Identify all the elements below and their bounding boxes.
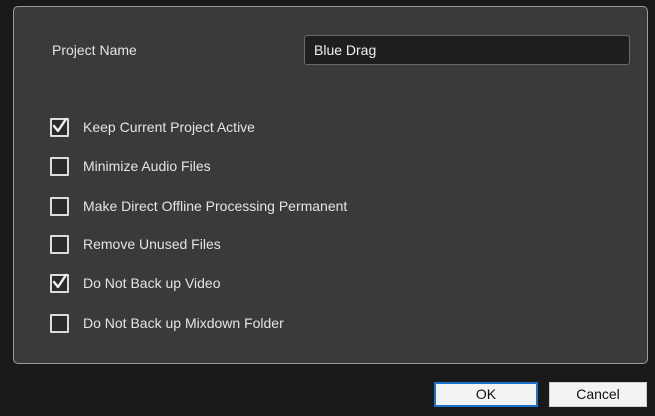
- option-do-not-back-up-video[interactable]: Do Not Back up Video: [50, 273, 221, 293]
- options-panel: Project Name Keep Current Project Active…: [13, 6, 648, 364]
- project-name-label: Project Name: [52, 42, 137, 58]
- option-label: Make Direct Offline Processing Permanent: [83, 198, 348, 214]
- option-make-direct-offline-processing-permanent[interactable]: Make Direct Offline Processing Permanent: [50, 196, 347, 216]
- option-keep-current-project-active[interactable]: Keep Current Project Active: [50, 117, 255, 137]
- option-label: Do Not Back up Mixdown Folder: [83, 315, 284, 331]
- option-label: Keep Current Project Active: [83, 119, 255, 135]
- checkmark-icon: [52, 117, 68, 132]
- cancel-button[interactable]: Cancel: [549, 382, 647, 407]
- option-remove-unused-files[interactable]: Remove Unused Files: [50, 234, 221, 254]
- option-do-not-back-up-mixdown-folder[interactable]: Do Not Back up Mixdown Folder: [50, 313, 284, 333]
- option-label: Minimize Audio Files: [83, 158, 211, 174]
- checkbox[interactable]: [50, 117, 69, 137]
- checkbox[interactable]: [50, 313, 69, 333]
- option-label: Do Not Back up Video: [83, 275, 221, 291]
- checkbox[interactable]: [50, 196, 69, 216]
- checkbox[interactable]: [50, 273, 69, 293]
- option-label: Remove Unused Files: [83, 236, 221, 252]
- checkbox[interactable]: [50, 234, 69, 254]
- checkbox[interactable]: [50, 156, 69, 176]
- option-minimize-audio-files[interactable]: Minimize Audio Files: [50, 156, 211, 176]
- ok-button[interactable]: OK: [434, 382, 538, 407]
- project-name-input[interactable]: [304, 35, 630, 65]
- backup-project-dialog: Project Name Keep Current Project Active…: [0, 0, 655, 416]
- checkmark-icon: [52, 273, 68, 288]
